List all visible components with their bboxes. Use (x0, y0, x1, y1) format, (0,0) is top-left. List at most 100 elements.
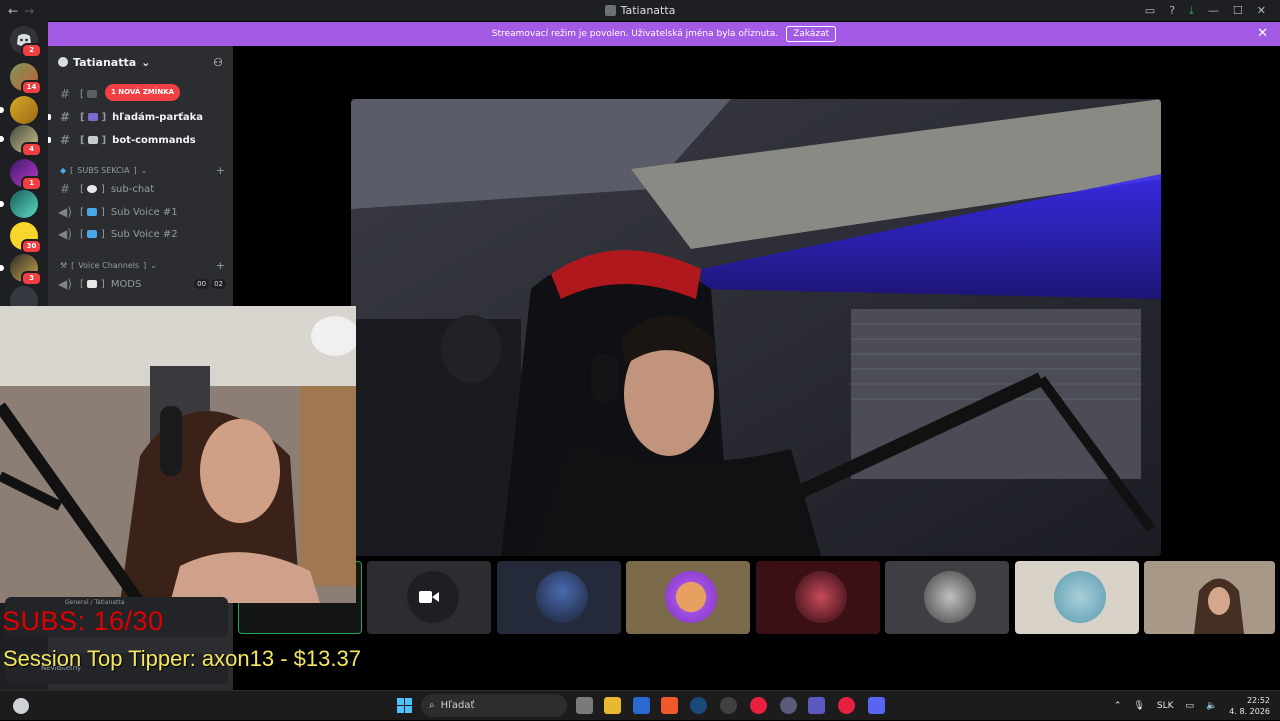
bracket: [ (80, 278, 84, 290)
server-name: Tatianatta (73, 55, 137, 69)
bracket: ] (100, 278, 105, 290)
language-indicator[interactable]: SLK (1157, 701, 1174, 711)
voice-channel-item[interactable]: ◀) [ ] MODS 00 02 (56, 274, 226, 294)
bracket: ] (100, 206, 105, 218)
hash-icon: # (59, 133, 71, 147)
bracket: ] (101, 134, 107, 146)
hash-icon: # (59, 182, 71, 196)
mention-badge[interactable]: 1 NOVÁ ZMÍNKA (105, 84, 181, 101)
system-tray: ⌃ 🎙 SLK ▭ 🔈 22:52 4. 8. 2026 (1114, 691, 1270, 721)
bracket: ] (101, 111, 107, 123)
bracket: [ (80, 183, 84, 195)
chevron-down-icon: ⌄ (141, 55, 151, 69)
microphone-icon[interactable]: 🎙 (1133, 701, 1144, 711)
discord-icon[interactable] (868, 697, 885, 714)
channel-name: sub-chat (110, 183, 155, 195)
speech-bubble-icon (86, 185, 97, 193)
teams-icon[interactable] (808, 697, 825, 714)
voice-channel-item[interactable]: ◀) [ ] Sub Voice #1 (56, 202, 226, 222)
taskbar-search[interactable]: ⌕ Hľadať (421, 694, 567, 717)
outlook-icon[interactable] (633, 697, 650, 714)
network-icon[interactable]: ▭ (1186, 701, 1195, 711)
channel-item[interactable]: # [ ] bot-commands (56, 130, 226, 150)
avatar (1054, 571, 1106, 623)
participant-tile[interactable] (885, 561, 1009, 634)
add-channel-icon[interactable]: + (216, 259, 225, 272)
notification-badge: 1 (21, 176, 42, 191)
channel-name: bot-commands (112, 134, 196, 146)
count-limit: 02 (211, 279, 226, 289)
home-button[interactable]: 2 (10, 26, 42, 58)
window-titlebar: ← → Tatianatta ▭ ? ⤓ — ☐ ✕ (0, 0, 1280, 21)
windows-start-icon[interactable] (397, 698, 412, 713)
server-icon[interactable]: 14 (10, 63, 42, 95)
banner-close-icon[interactable]: ✕ (1257, 26, 1268, 41)
app-icon[interactable] (780, 697, 797, 714)
diamond-icon (86, 230, 97, 238)
bracket: [ (80, 88, 84, 100)
github-icon[interactable] (720, 697, 737, 714)
add-member-icon[interactable]: ⚇ (213, 56, 223, 69)
clock[interactable]: 22:52 4. 8. 2026 (1229, 695, 1270, 717)
chevron-up-icon[interactable]: ⌃ (1114, 701, 1122, 711)
channel-name: Sub Voice #1 (110, 206, 178, 218)
volume-icon[interactable]: 🔈 (1206, 701, 1217, 711)
participant-tile[interactable] (756, 561, 880, 634)
channel-name: MODS (110, 278, 142, 290)
server-icon[interactable]: 4 (0, 125, 42, 157)
participant-tile[interactable] (626, 561, 750, 634)
server-icon[interactable] (0, 190, 38, 218)
media-player-icon[interactable] (750, 697, 767, 714)
unread-indicator (48, 137, 51, 143)
server-icon[interactable] (0, 96, 38, 124)
channel-name: Sub Voice #2 (110, 228, 178, 240)
webcam-overlay (0, 306, 356, 603)
youtube-icon[interactable] (838, 697, 855, 714)
category-header[interactable]: ◆ [SUBS SEKCIA] ⌄ + (60, 162, 225, 178)
inbox-icon[interactable]: ▭ (1145, 4, 1155, 17)
minimize-icon[interactable]: — (1208, 4, 1219, 17)
close-window-icon[interactable]: ✕ (1257, 4, 1266, 17)
server-header[interactable]: Tatianatta ⌄ ⚇ (48, 46, 233, 78)
steam-icon[interactable] (690, 697, 707, 714)
participant-tile[interactable] (497, 561, 621, 634)
channel-item[interactable]: # [ ] hľadám-parťaka (56, 107, 226, 127)
participant-tile[interactable] (1144, 561, 1275, 634)
bracket: ] (100, 183, 105, 195)
hash-icon: # (59, 87, 71, 101)
disable-button[interactable]: Zakázat (786, 26, 837, 42)
download-icon[interactable]: ⤓ (1189, 4, 1194, 18)
file-explorer-icon[interactable] (604, 697, 621, 714)
notification-badge: 30 (21, 239, 42, 254)
window-title: Tatianatta (0, 4, 1280, 17)
main-stream-video[interactable] (351, 99, 1161, 556)
clock-time: 22:52 (1246, 696, 1270, 705)
category-header[interactable]: ⚒ [Voice Channels] ⌄ + (60, 257, 225, 273)
server-icon (604, 5, 616, 16)
server-icon[interactable]: 30 (10, 222, 42, 254)
weather-icon[interactable] (13, 698, 29, 714)
brave-browser-icon[interactable] (661, 697, 678, 714)
subs-counter: SUBS: 16/30 (2, 606, 164, 636)
bracket: [ (80, 111, 85, 123)
unread-indicator (48, 114, 51, 120)
stream-image (351, 99, 1161, 556)
task-view-icon[interactable] (576, 697, 593, 714)
channel-item[interactable]: # [ ] sub-chat (56, 179, 226, 199)
add-channel-icon[interactable]: + (216, 164, 225, 177)
participant-tile[interactable] (1015, 561, 1139, 634)
window-title-text: Tatianatta (620, 4, 676, 17)
help-icon[interactable]: ? (1169, 4, 1175, 17)
unread-indicator (0, 136, 4, 142)
server-icon[interactable]: 1 (10, 159, 42, 191)
maximize-icon[interactable]: ☐ (1233, 4, 1243, 17)
avatar (795, 571, 847, 623)
avatar (536, 571, 588, 623)
participant-tile[interactable] (367, 561, 491, 634)
participant-video (1144, 561, 1275, 634)
speaker-emoji-icon (86, 280, 97, 288)
server-icon[interactable]: 3 (0, 254, 42, 286)
count-current: 00 (194, 279, 210, 289)
avatar (665, 571, 717, 623)
voice-channel-item[interactable]: ◀) [ ] Sub Voice #2 (56, 224, 226, 244)
